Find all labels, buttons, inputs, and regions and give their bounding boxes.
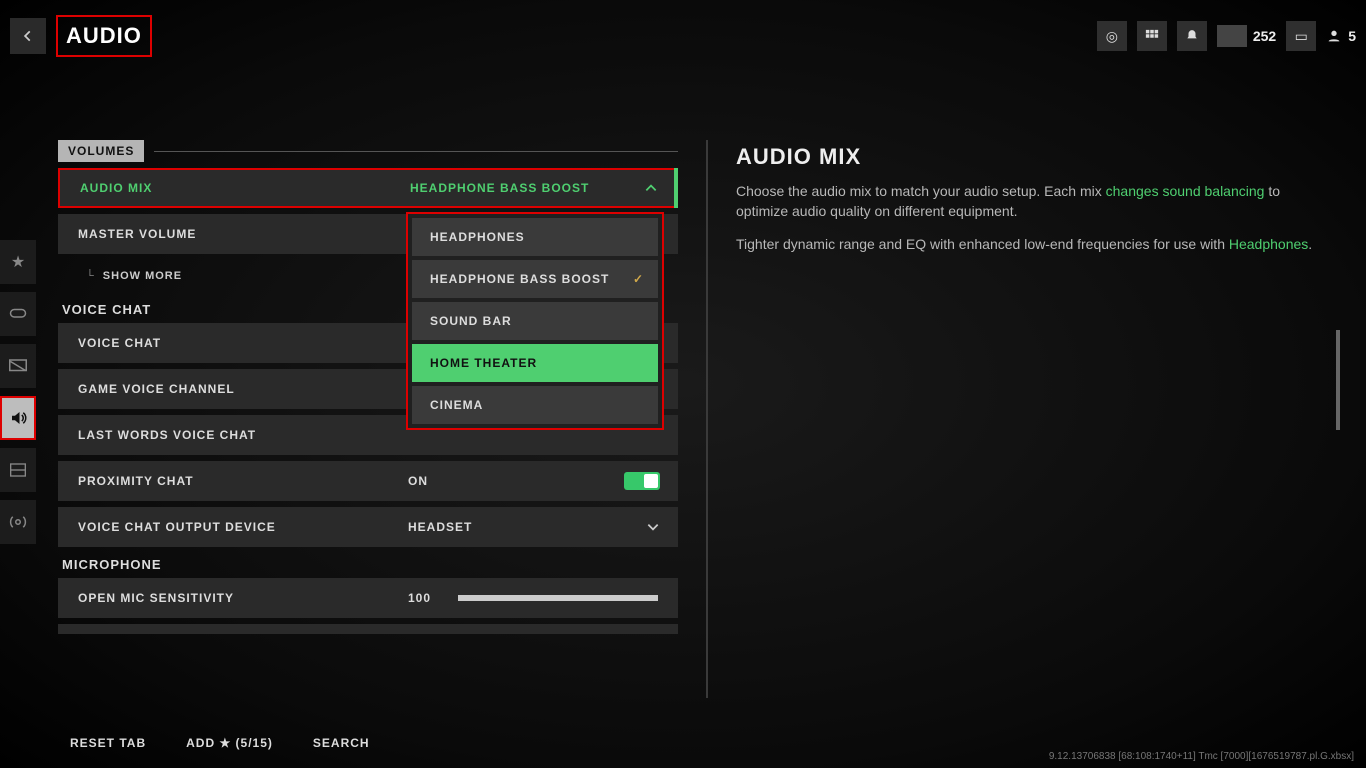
footer: RESET TAB ADD ★ (5/15) SEARCH [70, 736, 1346, 750]
notifications-icon[interactable] [1177, 21, 1207, 51]
dropdown-option-home-theater[interactable]: HOME THEATER [412, 344, 658, 382]
header: AUDIO ◎ 252 ▭ 5 [10, 16, 1356, 56]
help-paragraph-2: Tighter dynamic range and EQ with enhanc… [736, 235, 1336, 255]
controller-icon [9, 308, 27, 320]
chevron-down-icon [646, 522, 660, 532]
settings-rail: ★ [0, 240, 40, 544]
rail-tab-favorites[interactable]: ★ [0, 240, 36, 284]
help-text: . [1308, 236, 1312, 252]
help-link-headphones[interactable]: Headphones [1229, 236, 1308, 252]
main: VOLUMES AUDIO MIX HEADPHONE BASS BOOST H… [58, 140, 1336, 698]
row-value: ON [408, 474, 428, 488]
currency-icon [1217, 25, 1247, 47]
bell-icon [1185, 29, 1199, 43]
row-label: VOICE CHAT OUTPUT DEVICE [78, 520, 276, 534]
row-label: MASTER VOLUME [78, 227, 196, 241]
column-divider [706, 140, 708, 698]
section-rule [154, 151, 678, 152]
monitor-icon [9, 359, 27, 373]
page-title: AUDIO [56, 15, 152, 57]
row-label: OPEN MIC SENSITIVITY [78, 591, 234, 605]
row-value: 100 [408, 591, 431, 605]
chevron-left-icon [21, 29, 35, 43]
rail-tab-display[interactable] [0, 344, 36, 388]
help-text: Tighter dynamic range and EQ with enhanc… [736, 236, 1229, 252]
currency-count: 252 [1253, 28, 1276, 44]
rail-tab-controller[interactable] [0, 292, 36, 336]
platform-icon[interactable]: ▭ [1286, 21, 1316, 51]
party-badge[interactable]: 5 [1326, 28, 1356, 44]
layout-icon [10, 463, 26, 477]
help-link-sound-balancing[interactable]: changes sound balancing [1106, 183, 1265, 199]
row-label: AUDIO MIX [80, 181, 152, 195]
help-paragraph-1: Choose the audio mix to match your audio… [736, 182, 1336, 221]
section-microphone: MICROPHONE [62, 557, 678, 572]
grid-icon [1145, 29, 1159, 43]
party-count: 5 [1348, 28, 1356, 44]
row-proximity-chat[interactable]: PROXIMITY CHAT ON [58, 461, 678, 501]
row-label: GAME VOICE CHANNEL [78, 382, 235, 396]
apps-icon[interactable] [1137, 21, 1167, 51]
speaker-icon [9, 409, 27, 427]
row-label: LAST WORDS VOICE CHAT [78, 428, 256, 442]
back-button[interactable] [10, 18, 46, 54]
help-panel: AUDIO MIX Choose the audio mix to match … [736, 140, 1336, 698]
dropdown-option-headphone-bass-boost[interactable]: HEADPHONE BASS BOOST [412, 260, 658, 298]
audio-mix-dropdown: HEADPHONES HEADPHONE BASS BOOST SOUND BA… [406, 212, 664, 430]
reset-tab-button[interactable]: RESET TAB [70, 736, 146, 750]
audio-mix-wrapper: AUDIO MIX HEADPHONE BASS BOOST HEADPHONE… [58, 168, 678, 214]
row-label: PROXIMITY CHAT [78, 474, 194, 488]
row-truncated [58, 624, 678, 634]
help-title: AUDIO MIX [736, 144, 1336, 170]
proximity-chat-toggle[interactable] [624, 472, 660, 490]
rail-tab-network[interactable] [0, 500, 36, 544]
antenna-icon [9, 513, 27, 531]
row-value: HEADSET [408, 520, 472, 534]
chevron-up-icon [644, 183, 658, 193]
row-value: HEADPHONE BASS BOOST [410, 181, 589, 195]
users-icon [1326, 28, 1342, 44]
header-right: ◎ 252 ▭ 5 [1097, 21, 1356, 51]
scrollbar-thumb[interactable] [1336, 330, 1340, 430]
row-voice-chat-output-device[interactable]: VOICE CHAT OUTPUT DEVICE HEADSET [58, 507, 678, 547]
section-volumes: VOLUMES [58, 140, 678, 162]
rail-tab-audio[interactable] [0, 396, 36, 440]
row-label: VOICE CHAT [78, 336, 161, 350]
rail-tab-interface[interactable] [0, 448, 36, 492]
dropdown-option-headphones[interactable]: HEADPHONES [412, 218, 658, 256]
search-button[interactable]: SEARCH [313, 736, 370, 750]
sensitivity-slider[interactable] [458, 595, 658, 601]
row-open-mic-sensitivity[interactable]: OPEN MIC SENSITIVITY 100 [58, 578, 678, 618]
show-more-label: SHOW MORE [103, 270, 182, 282]
store-icon[interactable]: ◎ [1097, 21, 1127, 51]
dropdown-option-cinema[interactable]: CINEMA [412, 386, 658, 424]
add-favorite-button[interactable]: ADD ★ (5/15) [186, 736, 273, 750]
help-text: Choose the audio mix to match your audio… [736, 183, 1106, 199]
row-audio-mix[interactable]: AUDIO MIX HEADPHONE BASS BOOST [58, 168, 678, 208]
dropdown-option-sound-bar[interactable]: SOUND BAR [412, 302, 658, 340]
currency-badge[interactable]: 252 [1217, 25, 1276, 47]
toggle-knob [644, 474, 658, 488]
section-label: VOLUMES [58, 140, 144, 162]
slider-fill [458, 595, 658, 601]
settings-list: VOLUMES AUDIO MIX HEADPHONE BASS BOOST H… [58, 140, 678, 698]
version-text: 9.12.13706838 [68:108:1740+11] Tmc [7000… [1049, 751, 1354, 762]
